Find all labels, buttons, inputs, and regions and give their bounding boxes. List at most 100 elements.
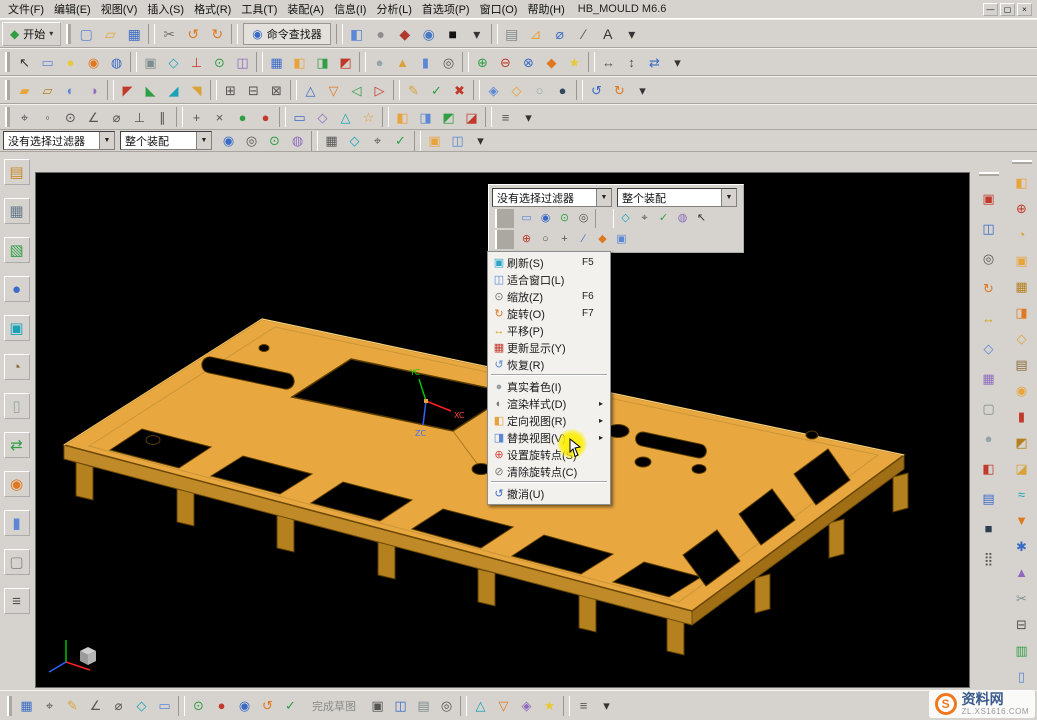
face-right-icon[interactable]: ◨ [414,106,437,128]
menubar-item[interactable]: 编辑(E) [49,0,96,18]
start-button[interactable]: ◆ 开始 ▾ [2,22,61,46]
core-cavity-icon[interactable]: ◨ [1011,301,1033,323]
menubar-item[interactable]: 信息(I) [329,0,371,18]
hole-icon[interactable]: ◎ [437,51,460,73]
toolbar-grip[interactable] [979,172,999,176]
face-left-icon[interactable]: ◧ [391,106,414,128]
context-menu-item[interactable]: ◐ 渲染样式(D) ▸ [489,395,609,412]
snap-toggle-icon[interactable]: ◉ [217,130,240,152]
target-snap-icon[interactable]: ⌖ [366,130,389,152]
layer-settings-icon[interactable]: ▤ [500,22,524,46]
snapshot-icon[interactable]: ▦ [978,367,1000,389]
star-tool-icon[interactable]: ☆ [357,106,380,128]
wireframe-cube-icon[interactable]: ▣ [139,51,162,73]
background-icon[interactable]: ■ [978,517,1000,539]
half-shade-right-icon[interactable]: ◑ [82,79,105,101]
menubar-item[interactable]: 首选项(P) [417,0,475,18]
part-navigator-icon[interactable]: ▧ [4,237,30,263]
palette-filter-combo[interactable]: 没有选择过滤器 ▼ [492,188,612,207]
assembly-navigator-icon[interactable]: ▤ [4,159,30,185]
constraint-navigator-icon[interactable]: ▦ [4,198,30,224]
circle-icon[interactable]: ○ [536,230,555,249]
touch-mode-icon[interactable]: ▮ [4,510,30,536]
context-menu-item[interactable]: ◫ 适合窗口(L) [489,271,609,288]
wireframe-icon[interactable]: ▢ [978,397,1000,419]
plus-icon[interactable]: + [185,106,208,128]
perspective-icon[interactable]: ◇ [978,337,1000,359]
unite-icon[interactable]: ⊕ [471,51,494,73]
snap-quad-icon[interactable]: ◍ [286,130,309,152]
check-icon[interactable]: ✓ [425,79,448,101]
sketch-grid-icon[interactable]: ▦ [15,695,38,717]
corner-tl-icon[interactable]: ◤ [116,79,139,101]
revolve-icon[interactable]: ◨ [311,51,334,73]
menubar-item[interactable]: 插入(S) [142,0,189,18]
rotate-view-icon[interactable]: ↻ [978,277,1000,299]
part-model[interactable] [64,319,908,655]
redo-icon[interactable]: ↻ [205,22,229,46]
grid-snap-icon[interactable]: ▦ [320,130,343,152]
drawing-icon[interactable]: ▯ [1011,665,1033,687]
trim-mold-icon[interactable]: ✂ [1011,587,1033,609]
layer-icon[interactable]: ▤ [978,487,1000,509]
extrude-icon[interactable]: ◧ [288,51,311,73]
shaded-icon[interactable]: ● [978,427,1000,449]
zoom-view-icon[interactable]: ◎ [978,247,1000,269]
toolbar-grip[interactable] [66,24,71,44]
triangle-right-icon[interactable]: ▷ [368,79,391,101]
workpiece-icon[interactable]: ▣ [1011,249,1033,271]
pocket-icon[interactable]: ⊟ [1011,613,1033,635]
triangle-down-icon[interactable]: ▽ [322,79,345,101]
process-studio-icon[interactable]: ⇄ [4,432,30,458]
diameter-icon[interactable]: ⌀ [548,22,572,46]
snap-point-icon[interactable]: ⌖ [13,106,36,128]
snap-circle-icon[interactable]: ◎ [240,130,263,152]
menubar-item[interactable]: 分析(L) [371,0,416,18]
sheet-icon[interactable]: ▰ [13,79,36,101]
mold-init-icon[interactable]: ◧ [1011,171,1033,193]
undo-icon[interactable]: ↺ [181,22,205,46]
refresh-view-icon[interactable]: ▣ [978,187,1000,209]
display-circle-icon[interactable]: ◎ [435,695,458,717]
command-finder-button[interactable]: ◉ 命令查找器 [243,23,330,45]
shrinkage-icon[interactable]: ◔ [1011,223,1033,245]
view-orient-icon[interactable]: ◧ [345,22,369,46]
confirm-icon[interactable]: ✓ [654,209,673,228]
move-vertical-icon[interactable]: ↕ [620,51,643,73]
menubar-item[interactable]: 窗口(O) [475,0,523,18]
rect-select-icon[interactable]: ▭ [517,209,536,228]
slider-icon[interactable]: ◩ [1011,431,1033,453]
circle-outline-icon[interactable]: ○ [528,79,551,101]
dropdown-arrow-icon[interactable]: ▼ [196,132,211,149]
plus-icon[interactable]: + [555,230,574,249]
move-horizontal-icon[interactable]: ↔ [597,51,620,73]
gate-icon[interactable]: ▼ [1011,509,1033,531]
sweep-icon[interactable]: ◩ [334,51,357,73]
triangle-left-icon[interactable]: ◁ [345,79,368,101]
annotation-icon[interactable]: A [596,22,620,46]
point-green-icon[interactable]: ⊙ [187,695,210,717]
sketch-diameter-icon[interactable]: ⌀ [107,695,130,717]
snap-midpoint-icon[interactable]: ◦ [36,106,59,128]
minimize-icon[interactable]: — [983,3,998,16]
save-file-icon[interactable]: ▦ [122,22,146,46]
display-split-icon[interactable]: ◫ [389,695,412,717]
corner-br-icon[interactable]: ◢ [162,79,185,101]
maximize-icon[interactable]: ▢ [1000,3,1015,16]
surface-icon[interactable]: ▱ [36,79,59,101]
body-select-icon[interactable]: ◫ [446,130,469,152]
select-cursor-icon[interactable]: ↖ [13,51,36,73]
resource-handle-icon[interactable]: ≡ [4,588,30,614]
dropdown-caret-icon[interactable]: ▾ [631,79,654,101]
corner-tr-icon[interactable]: ◥ [185,79,208,101]
menubar-item[interactable]: 装配(A) [282,0,329,18]
dropdown-caret-icon[interactable]: ▾ [465,22,489,46]
snap-perpendicular-icon[interactable]: ⊥ [128,106,151,128]
toolbar-grip[interactable] [7,696,12,716]
menubar-item[interactable]: 视图(V) [96,0,143,18]
rect-select-icon[interactable]: ▭ [36,51,59,73]
context-menu-item[interactable]: ⊙ 缩放(Z) F6 [489,288,609,305]
system-materials-icon[interactable]: ▯ [4,393,30,419]
sketch-pencil-icon[interactable]: ✎ [402,79,425,101]
rect-tool-icon[interactable]: ▭ [288,106,311,128]
